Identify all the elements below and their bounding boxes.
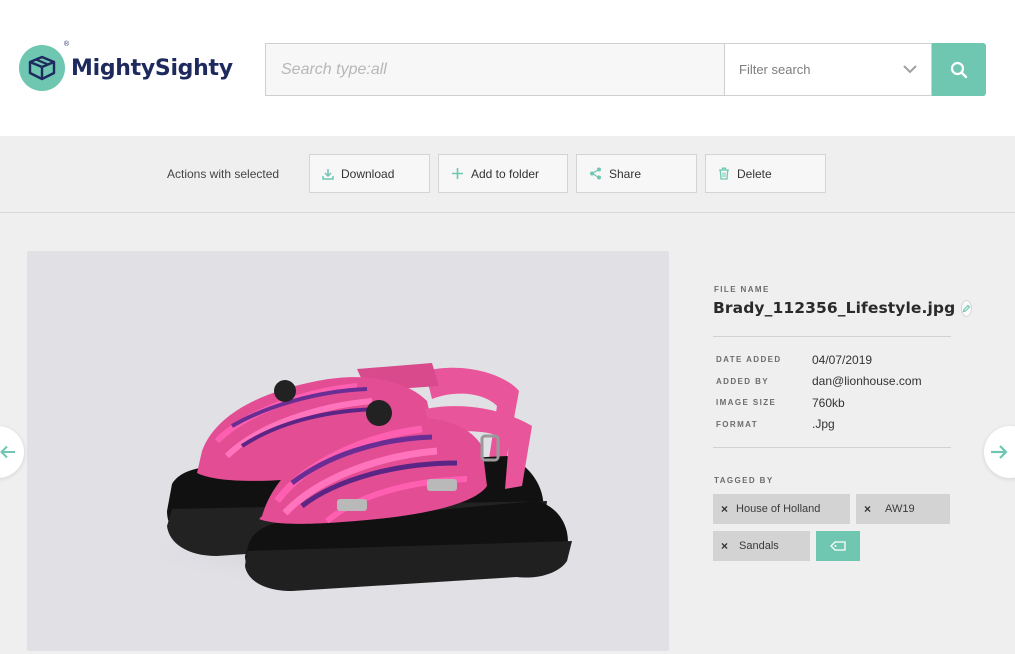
- format-value: .Jpg: [812, 417, 835, 432]
- tag-label: Sandals: [739, 540, 779, 552]
- actions-with-selected-label: Actions with selected: [167, 167, 280, 181]
- remove-tag-button[interactable]: ×: [864, 502, 871, 516]
- edit-file-name-button[interactable]: [961, 299, 973, 317]
- tag-aw19: × AW19: [856, 494, 950, 524]
- chevron-down-icon: [903, 65, 917, 74]
- download-icon: [322, 168, 334, 180]
- meta-row-added-by: ADDED BY dan@lionhouse.com: [713, 371, 951, 393]
- tag-house-of-holland: × House of Holland: [713, 494, 850, 524]
- added-by-value: dan@lionhouse.com: [812, 374, 922, 389]
- meta-row-image-size: IMAGE SIZE 760kb: [713, 392, 951, 414]
- arrow-right-icon: [991, 445, 1008, 459]
- search-bar: Filter search: [265, 43, 986, 96]
- previous-image-button[interactable]: [0, 426, 24, 478]
- plus-icon: [452, 168, 463, 179]
- divider: [713, 336, 951, 337]
- meta-row-date-added: DATE ADDED 04/07/2019: [713, 349, 951, 371]
- add-to-folder-label: Add to folder: [471, 166, 540, 181]
- add-tag-button[interactable]: [816, 531, 860, 561]
- download-button[interactable]: Download: [309, 154, 430, 193]
- registered-mark: ®: [63, 41, 69, 48]
- filter-search-dropdown[interactable]: Filter search: [724, 43, 932, 96]
- tag-sandals: × Sandals: [713, 531, 810, 561]
- search-input[interactable]: [265, 43, 724, 96]
- share-label: Share: [609, 166, 642, 181]
- image-size-label: IMAGE SIZE: [716, 398, 777, 408]
- add-to-folder-button[interactable]: Add to folder: [438, 154, 568, 193]
- file-name-label: FILE NAME: [714, 285, 770, 294]
- tag-label: House of Holland: [736, 503, 821, 515]
- download-label: Download: [341, 166, 395, 181]
- meta-row-format: FORMAT .Jpg: [713, 414, 951, 436]
- date-added-value: 04/07/2019: [812, 352, 873, 367]
- date-added-label: DATE ADDED: [716, 355, 782, 365]
- file-name: Brady_112356_Lifestyle.jpg: [713, 299, 956, 317]
- delete-label: Delete: [737, 166, 772, 181]
- trash-icon: [719, 167, 729, 180]
- image-size-value: 760kb: [812, 395, 845, 410]
- brand-name: MightySighty: [71, 55, 233, 81]
- divider: [713, 447, 951, 448]
- tagged-by-label: TAGGED BY: [714, 476, 774, 485]
- remove-tag-button[interactable]: ×: [721, 539, 728, 553]
- format-label: FORMAT: [716, 419, 759, 429]
- remove-tag-button[interactable]: ×: [721, 502, 728, 516]
- file-metadata: DATE ADDED 04/07/2019 ADDED BY dan@lionh…: [713, 349, 951, 435]
- tag-icon: [830, 541, 846, 551]
- share-button[interactable]: Share: [576, 154, 697, 193]
- search-icon: [950, 61, 968, 78]
- actions-toolbar: Actions with selected Download Add to fo…: [0, 136, 1015, 213]
- header: ® MightySighty Filter search: [0, 0, 1015, 136]
- file-details-panel: FILE NAME Brady_112356_Lifestyle.jpg DAT…: [713, 285, 973, 568]
- image-preview[interactable]: [27, 251, 669, 651]
- filter-search-label: Filter search: [739, 62, 811, 77]
- tag-list: × House of Holland × AW19 × Sandals: [713, 494, 951, 568]
- share-icon: [590, 167, 601, 180]
- pencil-icon: [963, 304, 971, 312]
- box-logo-icon: ®: [19, 41, 69, 91]
- delete-button[interactable]: Delete: [705, 154, 826, 193]
- arrow-left-icon: [0, 445, 15, 459]
- logo[interactable]: ® MightySighty: [19, 41, 233, 91]
- sandals-photo: [137, 363, 577, 591]
- next-image-button[interactable]: [984, 426, 1015, 478]
- tag-label: AW19: [885, 503, 915, 515]
- added-by-label: ADDED BY: [716, 376, 769, 386]
- search-button[interactable]: [932, 43, 986, 96]
